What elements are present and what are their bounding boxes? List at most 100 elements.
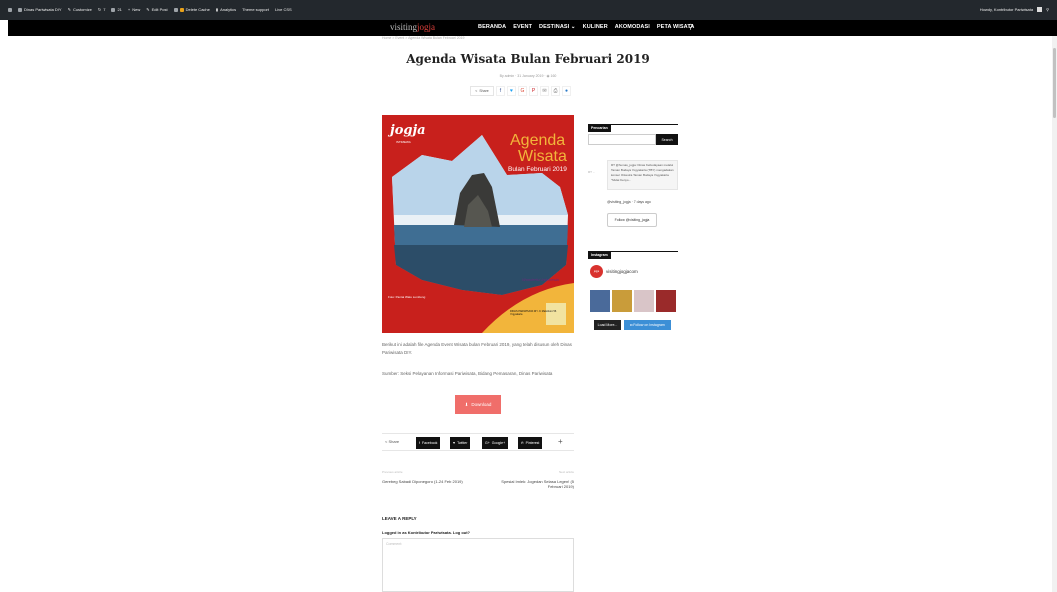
instagram-username[interactable]: visitingjogjacom	[606, 269, 638, 274]
share-icon: <	[475, 89, 478, 93]
previous-article-link[interactable]: Gerebeg Sabadi Diponegoro (1-24 Feb 2019…	[382, 479, 472, 484]
menu-item-event[interactable]: EVENT	[513, 24, 532, 30]
admin-live-css-link[interactable]: Live CSS	[275, 7, 292, 12]
admin-bar-right: Howdy, Kontributor Pariwisata ⚲	[980, 7, 1049, 12]
page-scrollbar[interactable]	[1052, 36, 1057, 592]
howdy-user-link[interactable]: Howdy, Kontributor Pariwisata	[980, 7, 1033, 12]
post-paragraph-1: Berikut ini adalah file Agenda Event Wis…	[382, 342, 572, 355]
tweet-prev-fragment: RT ...	[588, 170, 596, 174]
next-article-label: Next article	[558, 470, 574, 474]
poster-dinas-text: DINAS PARIWISATA DIY Jl. Malioboro 56 Yo…	[510, 310, 557, 316]
dot-icon	[179, 7, 184, 12]
share-button[interactable]: < Share	[470, 86, 494, 96]
google-plus-icon[interactable]: G	[518, 86, 527, 96]
reddit-icon[interactable]: ●	[562, 86, 571, 96]
leave-reply-heading: LEAVE A REPLY	[382, 516, 417, 521]
top-share-row: < Share f ♥ G P ✉ ⎙ ●	[470, 86, 571, 96]
admin-edit-post-link[interactable]: ✎ Edit Post	[146, 7, 167, 12]
menu-item-beranda[interactable]: BERANDA	[478, 24, 506, 30]
instagram-icon: ◘	[630, 323, 633, 327]
post-paragraph-2: Sumber: Seksi Pelayanan Informasi Pariwi…	[382, 371, 553, 376]
site-logo[interactable]: visitingjogja	[390, 22, 435, 32]
follow-instagram-button[interactable]: ◘ Follow on Instagram	[624, 320, 671, 330]
admin-customize-link[interactable]: ✎ Customize	[68, 7, 92, 12]
cache-icon	[173, 7, 178, 12]
comment-placeholder: Comment:	[386, 542, 403, 546]
instagram-thumb[interactable]	[634, 290, 654, 312]
admin-new-link[interactable]: + New	[128, 7, 140, 12]
search-widget-title: Pencarian	[588, 116, 678, 132]
home-icon	[18, 7, 22, 12]
more-share-plus-icon[interactable]: +	[558, 437, 563, 446]
chart-icon: ▮	[215, 7, 219, 12]
page-title: Agenda Wisata Bulan Februari 2019	[406, 52, 650, 66]
twitter-icon[interactable]: ♥	[507, 86, 516, 96]
google-plus-icon: G+	[485, 441, 490, 445]
poster-jogja-logo: jogja	[390, 123, 426, 138]
instagram-thumb[interactable]	[590, 290, 610, 312]
email-icon[interactable]: ✉	[540, 86, 549, 96]
pinterest-icon: ℗	[521, 441, 524, 445]
print-icon[interactable]: ⎙	[551, 86, 560, 96]
previous-article-label: Previous article	[382, 470, 403, 474]
twitter-icon: ♥	[453, 441, 456, 445]
poster-wisata-text: Wisata	[518, 148, 567, 165]
instagram-thumb[interactable]	[612, 290, 632, 312]
poster-agenda-text: Agenda	[510, 132, 566, 149]
admin-bar: Dinas Pariwisata DIY ✎ Customize ↻ 7 21 + N…	[0, 0, 1057, 20]
post-meta: By admin · 31 January 2019 · ◉ 160	[499, 74, 557, 78]
pencil-icon: ✎	[146, 7, 150, 12]
main-nav: visitingjogja BERANDA EVENT DESTINASI ⌄ …	[8, 20, 1057, 36]
plus-icon: +	[127, 7, 131, 12]
admin-delete-cache-link[interactable]: Delete Cache	[173, 7, 210, 12]
admin-comments-link[interactable]: 21	[111, 7, 122, 12]
admin-bar-left: Dinas Pariwisata DIY ✎ Customize ↻ 7 21 + N…	[8, 7, 292, 12]
menu-item-akomodasi[interactable]: AKOMODASI	[615, 24, 650, 30]
breadcrumb[interactable]: Home > Event > Agenda Wisata Bulan Febru…	[382, 36, 465, 40]
admin-theme-support-link[interactable]: Theme support	[242, 7, 269, 12]
menu-item-destinasi[interactable]: DESTINASI ⌄	[539, 24, 576, 30]
logged-in-text[interactable]: Logged in as Kontributor Pariwisata. Log…	[382, 530, 470, 535]
poster-logo-sub: ISTIMEWA	[396, 140, 411, 144]
search-icon[interactable]: ⚲	[1046, 7, 1049, 12]
poster-image: jogja ISTIMEWA Agenda Wisata Bulan Febru…	[382, 115, 574, 333]
follow-twitter-button[interactable]: Follow @visiting_jogja	[607, 213, 657, 227]
comment-icon	[111, 7, 116, 12]
share-button[interactable]: < Share	[385, 439, 399, 444]
share-icon: <	[385, 439, 388, 444]
wonderful-indonesia-logo: Wonderful Indonesia	[522, 277, 559, 282]
poster-month-text: Bulan Februari 2019	[508, 166, 567, 173]
facebook-icon: f	[419, 441, 420, 445]
share-facebook-button[interactable]: f Facebook	[416, 437, 441, 449]
main-menu: BERANDA EVENT DESTINASI ⌄ KULINER AKOMOD…	[478, 24, 694, 30]
instagram-thumb[interactable]	[656, 290, 676, 312]
bottom-share-bar: < Share f Facebook ♥ Twitter G+ Google+ ℗ Pi…	[382, 433, 574, 451]
refresh-icon: ↻	[97, 7, 102, 12]
search-icon[interactable]: ⚲	[688, 23, 693, 31]
admin-updates-link[interactable]: ↻ 7	[98, 7, 106, 12]
avatar[interactable]	[1037, 7, 1043, 12]
instagram-avatar[interactable]: jogja	[590, 265, 603, 278]
search-button[interactable]: Search	[656, 134, 678, 145]
download-button[interactable]: ⬇ Download	[455, 395, 501, 414]
next-article-link[interactable]: Spesial Imlek: Jogedan Selasa Legen! (5 …	[494, 479, 574, 489]
admin-site-link[interactable]: Dinas Pariwisata DIY	[18, 7, 62, 12]
comment-textarea[interactable]: Comment:	[382, 538, 574, 592]
tweet-meta: @visiting_jogja · 7 days ago	[607, 200, 651, 204]
instagram-load-more-button[interactable]: Load More...	[594, 320, 621, 330]
wordpress-icon[interactable]	[8, 7, 12, 12]
instagram-widget-title: Instagram	[588, 243, 678, 259]
menu-item-kuliner[interactable]: KULINER	[583, 24, 608, 30]
search-input[interactable]	[588, 134, 656, 145]
share-google-button[interactable]: G+ Google+	[482, 437, 509, 449]
admin-analytics-link[interactable]: ▮ Analytics	[216, 7, 236, 12]
pencil-icon: ✎	[67, 7, 71, 12]
poster-photo-credit: Foto: Pantai Watu Lumbung	[388, 295, 426, 299]
download-icon: ⬇	[464, 401, 469, 407]
scrollbar-thumb[interactable]	[1053, 48, 1056, 118]
share-pinterest-button[interactable]: ℗ Pinterest	[518, 437, 543, 449]
tweet-card[interactable]: RT @humas_jogja: Dinas Kebudayaan melalu…	[607, 160, 678, 190]
pinterest-icon[interactable]: P	[529, 86, 538, 96]
share-twitter-button[interactable]: ♥ Twitter	[450, 437, 471, 449]
facebook-icon[interactable]: f	[496, 86, 505, 96]
